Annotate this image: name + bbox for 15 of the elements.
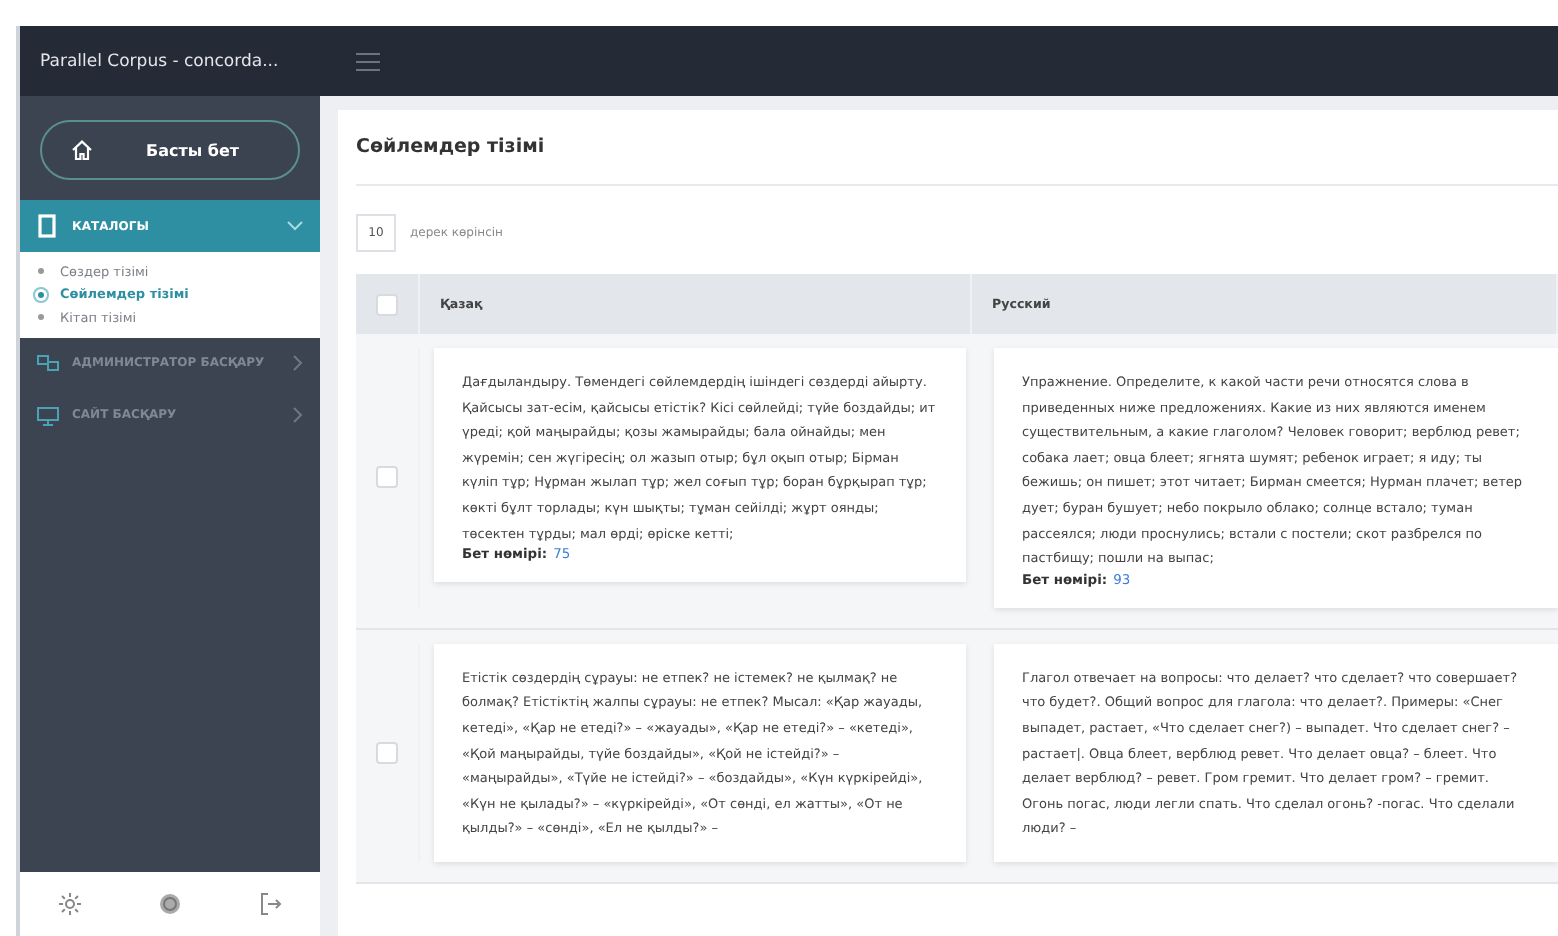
chevron-icon: [286, 220, 304, 232]
home-icon: [70, 138, 94, 162]
page-title: Сөйлемдер тізімі: [356, 110, 1558, 186]
logout-icon[interactable]: [256, 890, 284, 918]
menu-icon[interactable]: [356, 51, 380, 71]
checkbox[interactable]: [376, 293, 398, 315]
checkbox[interactable]: [376, 466, 398, 489]
monitor-icon: [36, 403, 60, 427]
app-title: Parallel Corpus - concorda...: [38, 51, 281, 71]
checkbox[interactable]: [376, 741, 398, 764]
chevron-icon: [292, 354, 304, 372]
home-button[interactable]: Басты бет: [40, 120, 300, 180]
chevron-icon: [292, 406, 304, 424]
book-icon: [36, 214, 60, 238]
devices-icon: [36, 351, 60, 375]
